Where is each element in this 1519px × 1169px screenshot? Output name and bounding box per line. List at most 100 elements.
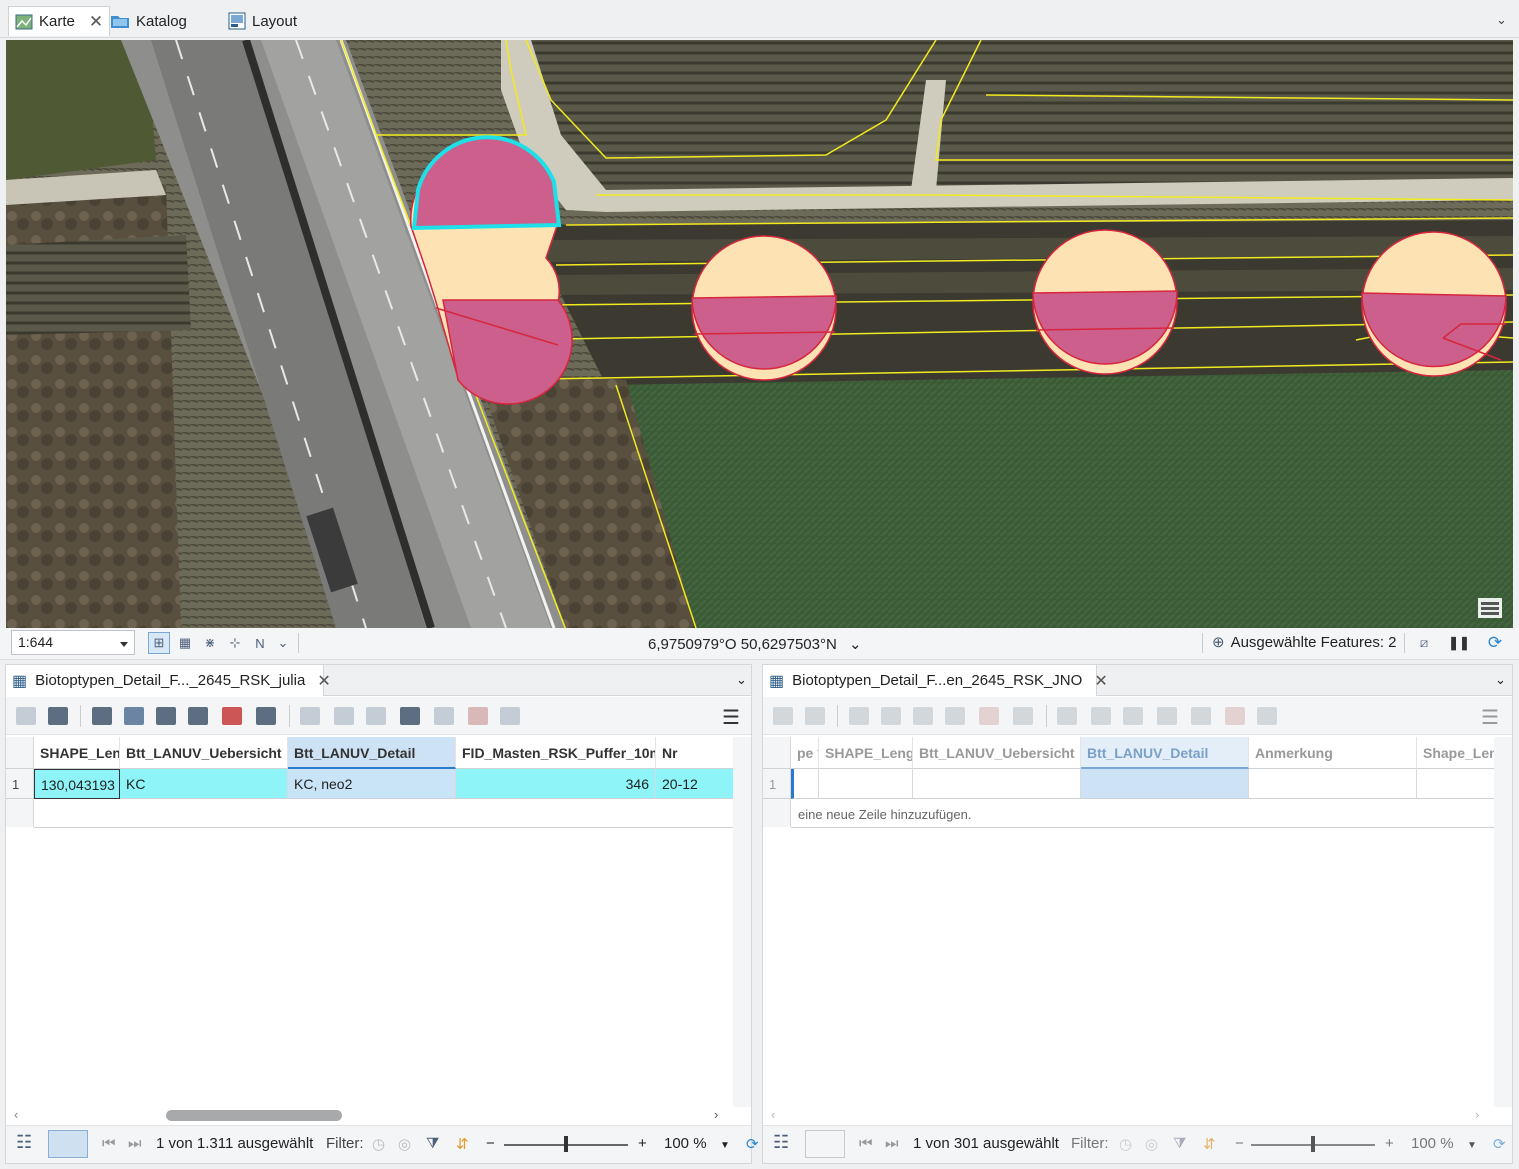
table-cell[interactable]: 130,043193 bbox=[34, 769, 120, 799]
constraints-icon[interactable]: ⋇ bbox=[199, 632, 221, 654]
map-canvas[interactable] bbox=[6, 40, 1513, 628]
calculate-field-icon[interactable] bbox=[805, 707, 825, 725]
table-cell[interactable] bbox=[791, 769, 819, 799]
new-row-hint[interactable]: eine neue Zeile hinzuzufügen. bbox=[798, 807, 971, 822]
tab-katalog[interactable]: Katalog bbox=[110, 6, 187, 36]
zoom-to-selection-icon[interactable] bbox=[881, 707, 901, 725]
zoom-level[interactable]: 100 % bbox=[1411, 1135, 1454, 1152]
map-view[interactable] bbox=[6, 40, 1513, 628]
chevron-left-icon[interactable]: ‹ bbox=[14, 1107, 18, 1122]
column-header[interactable]: Anmerkung bbox=[1249, 737, 1417, 769]
sort-icon[interactable]: ⇵ bbox=[456, 1135, 469, 1153]
column-header[interactable]: pe * bbox=[791, 737, 819, 769]
table-cell[interactable] bbox=[1417, 769, 1495, 799]
show-all-icon[interactable]: ☷ bbox=[16, 1132, 32, 1153]
table-cell[interactable] bbox=[819, 769, 913, 799]
add-field-icon[interactable] bbox=[773, 707, 793, 725]
last-record-icon[interactable]: ⏭ bbox=[128, 1135, 142, 1152]
column-header[interactable]: Btt_LANUV_Uebersicht bbox=[913, 737, 1081, 769]
clear-selection-icon[interactable] bbox=[188, 707, 208, 725]
table-cell[interactable] bbox=[1081, 769, 1249, 799]
add-field-icon[interactable] bbox=[16, 707, 36, 725]
time-filter-icon[interactable]: ◷ bbox=[372, 1135, 385, 1153]
vertical-scrollbar[interactable] bbox=[733, 737, 751, 1109]
horizontal-scrollbar[interactable]: ‹ › bbox=[6, 1107, 751, 1125]
unhighlight-icon[interactable] bbox=[468, 707, 488, 725]
select-by-attributes-icon[interactable] bbox=[92, 707, 112, 725]
column-header[interactable]: Shape_Len bbox=[1417, 737, 1495, 769]
show-selected-button[interactable] bbox=[48, 1130, 88, 1158]
highlight-icon[interactable] bbox=[1191, 707, 1211, 725]
column-header-active[interactable]: Btt_LANUV_Detail bbox=[1081, 737, 1249, 769]
zoom-out-icon[interactable]: − bbox=[486, 1135, 495, 1152]
zoom-in-icon[interactable]: + bbox=[638, 1135, 647, 1152]
delete-icon[interactable] bbox=[222, 707, 242, 725]
table-icon[interactable]: ⧄ bbox=[1413, 632, 1435, 654]
row-number[interactable]: 1 bbox=[763, 769, 791, 799]
select-by-attributes-icon[interactable] bbox=[849, 707, 869, 725]
chevron-right-icon[interactable]: › bbox=[1475, 1107, 1479, 1122]
filter-icon[interactable]: ⧩ bbox=[426, 1135, 439, 1152]
chevron-down-icon[interactable]: ⌄ bbox=[736, 672, 747, 688]
switch-selection-icon[interactable] bbox=[913, 707, 933, 725]
menu-icon[interactable]: ☰ bbox=[1481, 705, 1499, 730]
vertical-scrollbar[interactable] bbox=[1494, 737, 1512, 1109]
chevron-down-icon[interactable]: ▼ bbox=[1467, 1140, 1477, 1151]
chevron-down-icon[interactable]: ⌄ bbox=[849, 636, 862, 653]
horizontal-scrollbar[interactable]: ‹ › bbox=[763, 1107, 1512, 1125]
related-data-icon[interactable] bbox=[1091, 707, 1111, 725]
zoom-out-icon[interactable]: − bbox=[1235, 1135, 1244, 1152]
tab-right-table[interactable]: ▦ Biotoptypen_Detail_F...en_2645_RSK_JNO… bbox=[763, 665, 1108, 696]
export-icon[interactable] bbox=[400, 707, 420, 725]
chevron-down-icon[interactable]: ⌄ bbox=[1496, 12, 1507, 28]
table-cell[interactable] bbox=[913, 769, 1081, 799]
range-filter-icon[interactable]: ◎ bbox=[1145, 1135, 1158, 1153]
chevron-left-icon[interactable]: ‹ bbox=[771, 1107, 775, 1122]
range-filter-icon[interactable]: ◎ bbox=[398, 1135, 411, 1153]
calculate-field-icon[interactable] bbox=[48, 707, 68, 725]
zoom-slider-handle[interactable] bbox=[1311, 1136, 1315, 1152]
table-cell[interactable]: 20-12 bbox=[656, 769, 734, 799]
tab-layout[interactable]: Layout bbox=[228, 6, 297, 36]
crosshair-icon[interactable]: ⊹ bbox=[224, 632, 246, 654]
refresh-icon[interactable]: ⟳ bbox=[1493, 1135, 1506, 1153]
corner-cell[interactable] bbox=[763, 737, 791, 769]
buffer-circle-3[interactable] bbox=[1032, 229, 1178, 375]
chevron-down-icon[interactable]: ▼ bbox=[720, 1140, 730, 1151]
close-icon[interactable]: ✕ bbox=[89, 12, 103, 32]
refresh-icon[interactable]: ⟳ bbox=[746, 1135, 759, 1153]
table-cell[interactable]: KC bbox=[120, 769, 288, 799]
relates-icon[interactable] bbox=[1057, 707, 1077, 725]
zoom-related-icon[interactable] bbox=[366, 707, 386, 725]
menu-icon[interactable]: ☰ bbox=[722, 705, 740, 730]
buffer-circle-2[interactable] bbox=[691, 235, 837, 381]
grid-icon[interactable]: ▦ bbox=[174, 632, 196, 654]
column-header[interactable]: SHAPE_Leng bbox=[34, 737, 120, 769]
export-icon[interactable] bbox=[1157, 707, 1177, 725]
chevron-right-icon[interactable]: › bbox=[714, 1107, 718, 1122]
snapping-icon[interactable]: ⊞ bbox=[148, 632, 170, 654]
close-icon[interactable]: ✕ bbox=[317, 671, 330, 691]
zoom-related-icon[interactable] bbox=[1123, 707, 1143, 725]
show-all-icon[interactable]: ☷ bbox=[773, 1132, 789, 1153]
north-arrow-icon[interactable]: N bbox=[249, 632, 271, 654]
column-header[interactable]: SHAPE_Leng bbox=[819, 737, 913, 769]
tab-karte[interactable]: Karte ✕ bbox=[8, 6, 111, 36]
table-cell[interactable]: KC, neo2 bbox=[288, 769, 456, 799]
scroll-thumb[interactable] bbox=[166, 1110, 342, 1121]
unhighlight-icon[interactable] bbox=[1225, 707, 1245, 725]
overview-icon[interactable] bbox=[1478, 598, 1502, 618]
sort-icon[interactable]: ⇵ bbox=[1203, 1135, 1216, 1153]
buffer-circle-4[interactable] bbox=[1361, 231, 1507, 377]
selected-features[interactable]: ⊕ Ausgewählte Features: 2 bbox=[1212, 633, 1397, 652]
first-record-icon[interactable]: ⏮ bbox=[102, 1135, 116, 1152]
table-cell[interactable] bbox=[1249, 769, 1417, 799]
switch-selection-icon[interactable] bbox=[156, 707, 176, 725]
refresh-icon[interactable]: ⟳ bbox=[1484, 632, 1506, 654]
tab-left-table[interactable]: ▦ Biotoptypen_Detail_F..._2645_RSK_julia… bbox=[6, 665, 331, 696]
filter-icon[interactable]: ⧩ bbox=[1173, 1135, 1186, 1152]
chevron-down-icon[interactable]: ⌄ bbox=[1495, 672, 1506, 688]
related-data-icon[interactable] bbox=[334, 707, 354, 725]
first-record-icon[interactable]: ⏮ bbox=[859, 1135, 873, 1152]
scale-dropdown[interactable]: 1:644 bbox=[11, 630, 135, 655]
